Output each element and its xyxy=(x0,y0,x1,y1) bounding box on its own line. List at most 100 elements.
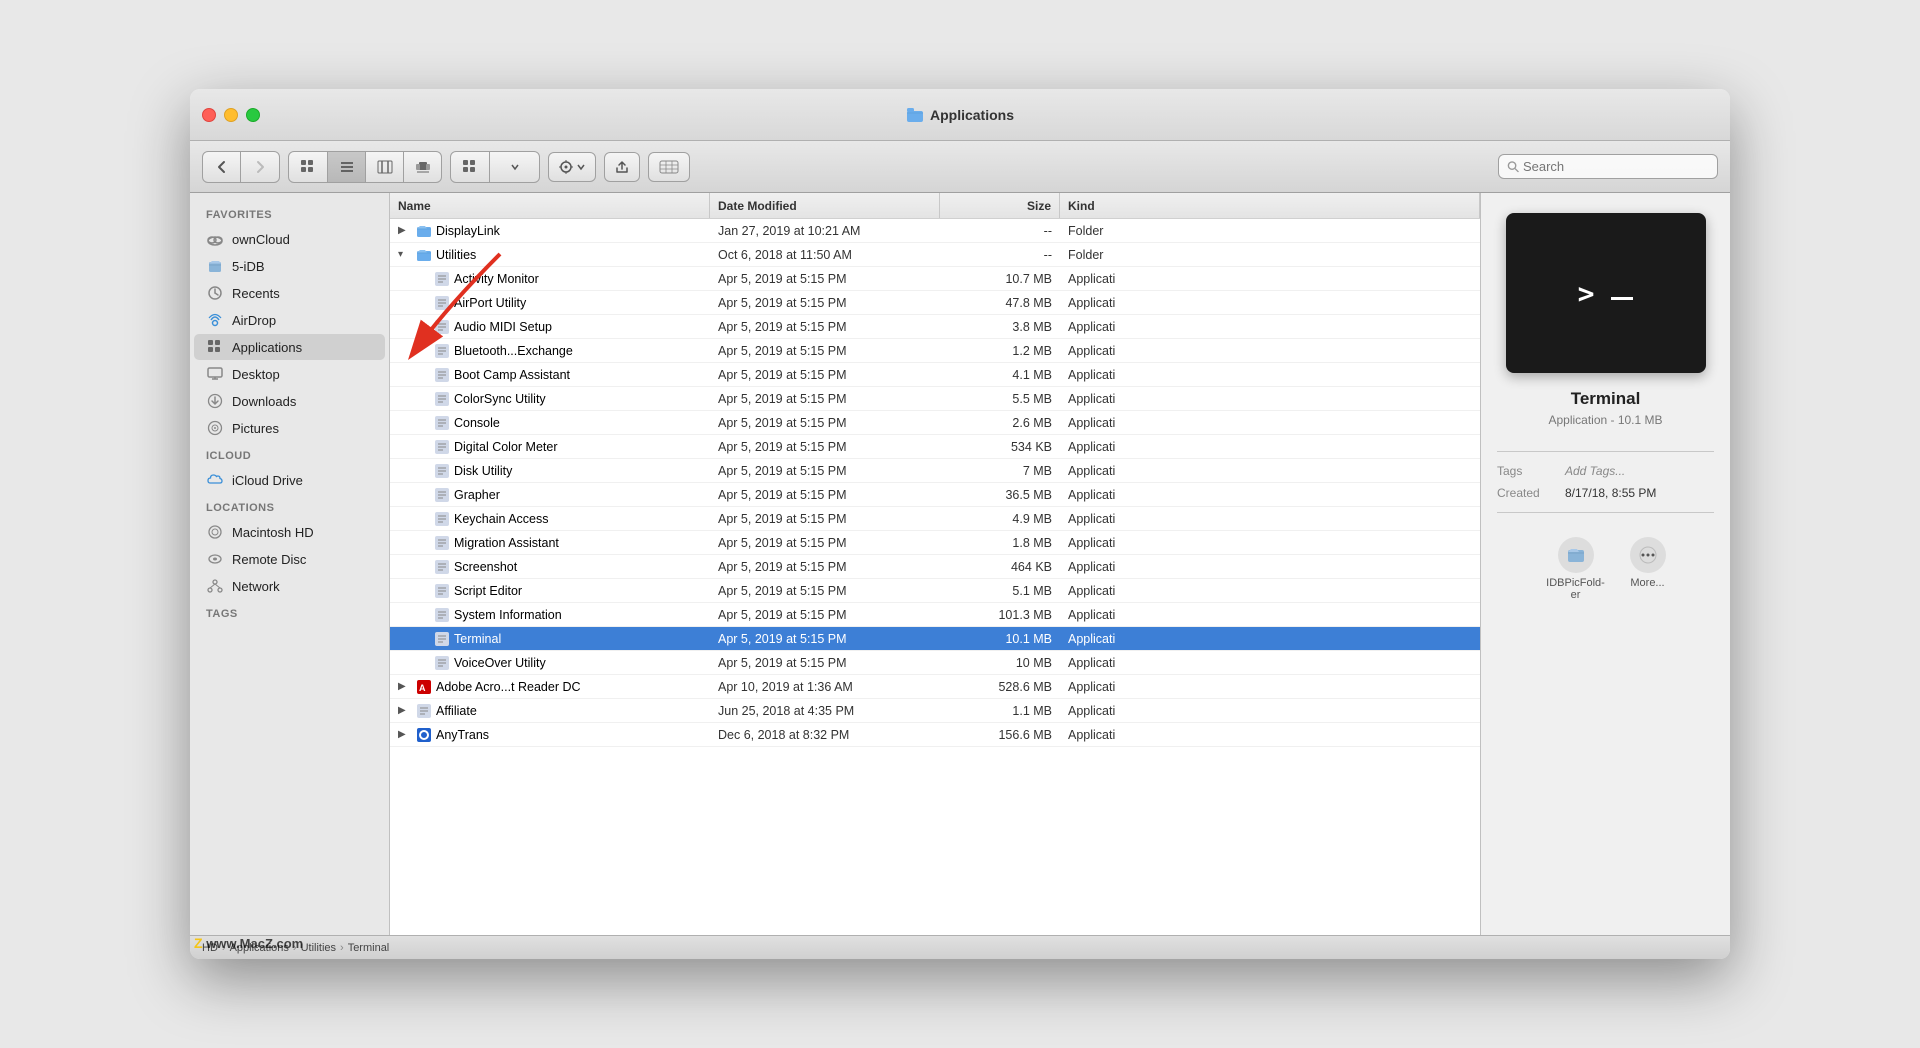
search-input[interactable] xyxy=(1523,159,1709,174)
table-row[interactable]: ▾ Utilities Oct 6, 2018 at 11:50 AM -- F… xyxy=(390,243,1480,267)
table-row[interactable]: System Information Apr 5, 2019 at 5:15 P… xyxy=(390,603,1480,627)
share-button[interactable] xyxy=(604,152,640,182)
column-header-name[interactable]: Name xyxy=(390,193,710,218)
file-type-icon xyxy=(434,319,450,335)
action-button[interactable] xyxy=(548,152,596,182)
preview-action-idbpicfolder[interactable]: IDBPicFold- er xyxy=(1546,537,1606,601)
sidebar-item-airdrop[interactable]: AirDrop xyxy=(194,307,385,333)
table-row[interactable]: ColorSync Utility Apr 5, 2019 at 5:15 PM… xyxy=(390,387,1480,411)
file-type-icon xyxy=(434,655,450,671)
file-date-cell: Apr 10, 2019 at 1:36 AM xyxy=(710,680,940,694)
sidebar-item-applications[interactable]: Applications xyxy=(194,334,385,360)
terminal-cursor xyxy=(1611,297,1633,300)
sidebar-item-5idb[interactable]: 5-iDB xyxy=(194,253,385,279)
sidebar-item-downloads[interactable]: Downloads xyxy=(194,388,385,414)
column-header-date[interactable]: Date Modified xyxy=(710,193,940,218)
file-type-icon xyxy=(434,631,450,647)
table-row[interactable]: Keychain Access Apr 5, 2019 at 5:15 PM 4… xyxy=(390,507,1480,531)
file-kind-cell: Applicati xyxy=(1060,608,1480,622)
table-row[interactable]: ▶ Affiliate Jun 25, 2018 at 4:35 PM 1.1 … xyxy=(390,699,1480,723)
sidebar-item-airdrop-label: AirDrop xyxy=(232,313,276,328)
table-row[interactable]: AirPort Utility Apr 5, 2019 at 5:15 PM 4… xyxy=(390,291,1480,315)
table-row[interactable]: Console Apr 5, 2019 at 5:15 PM 2.6 MB Ap… xyxy=(390,411,1480,435)
file-type-icon xyxy=(434,343,450,359)
file-name-cell: Disk Utility xyxy=(390,463,710,479)
table-row[interactable]: ▶ AnyTrans Dec 6, 2018 at 8:32 PM 156.6 … xyxy=(390,723,1480,747)
table-row[interactable]: VoiceOver Utility Apr 5, 2019 at 5:15 PM… xyxy=(390,651,1480,675)
minimize-button[interactable] xyxy=(224,108,238,122)
file-kind-cell: Applicati xyxy=(1060,416,1480,430)
file-size-cell: 1.2 MB xyxy=(940,344,1060,358)
file-type-icon xyxy=(434,367,450,383)
forward-button[interactable] xyxy=(241,152,279,182)
sidebar-item-macintosh-hd[interactable]: Macintosh HD xyxy=(194,519,385,545)
file-name: Console xyxy=(454,416,500,430)
sidebar-item-pictures[interactable]: Pictures xyxy=(194,415,385,441)
preview-app-name: Terminal xyxy=(1571,389,1641,409)
path-item[interactable]: Terminal xyxy=(348,942,390,954)
preview-app-icon: > xyxy=(1506,213,1706,373)
column-header-kind[interactable]: Kind xyxy=(1060,193,1480,218)
list-view-button[interactable] xyxy=(327,152,365,182)
preview-add-tags-button[interactable]: Add Tags... xyxy=(1565,464,1625,478)
back-button[interactable] xyxy=(203,152,241,182)
icloud-drive-icon xyxy=(206,471,224,489)
path-item[interactable]: Utilities xyxy=(301,942,336,954)
file-size-cell: 5.1 MB xyxy=(940,584,1060,598)
file-name: Screenshot xyxy=(454,560,517,574)
sidebar-item-desktop[interactable]: Desktop xyxy=(194,361,385,387)
file-kind-cell: Applicati xyxy=(1060,536,1480,550)
file-size-cell: 4.1 MB xyxy=(940,368,1060,382)
file-date-cell: Apr 5, 2019 at 5:15 PM xyxy=(710,632,940,646)
table-row[interactable]: Audio MIDI Setup Apr 5, 2019 at 5:15 PM … xyxy=(390,315,1480,339)
search-box[interactable] xyxy=(1498,154,1718,179)
file-size-cell: 10 MB xyxy=(940,656,1060,670)
table-row[interactable]: Digital Color Meter Apr 5, 2019 at 5:15 … xyxy=(390,435,1480,459)
table-row[interactable]: ▶ DisplayLink Jan 27, 2019 at 10:21 AM -… xyxy=(390,219,1480,243)
table-row[interactable]: Grapher Apr 5, 2019 at 5:15 PM 36.5 MB A… xyxy=(390,483,1480,507)
macintosh-hd-icon xyxy=(206,523,224,541)
file-kind-cell: Applicati xyxy=(1060,560,1480,574)
table-row[interactable]: Script Editor Apr 5, 2019 at 5:15 PM 5.1… xyxy=(390,579,1480,603)
table-row[interactable]: Screenshot Apr 5, 2019 at 5:15 PM 464 KB… xyxy=(390,555,1480,579)
file-date-cell: Apr 5, 2019 at 5:15 PM xyxy=(710,536,940,550)
file-type-icon xyxy=(434,271,450,287)
table-row[interactable]: Activity Monitor Apr 5, 2019 at 5:15 PM … xyxy=(390,267,1480,291)
table-row[interactable]: Disk Utility Apr 5, 2019 at 5:15 PM 7 MB… xyxy=(390,459,1480,483)
maximize-button[interactable] xyxy=(246,108,260,122)
column-header-size[interactable]: Size xyxy=(940,193,1060,218)
file-size-cell: 464 KB xyxy=(940,560,1060,574)
file-name: VoiceOver Utility xyxy=(454,656,546,670)
table-row[interactable]: Bluetooth...Exchange Apr 5, 2019 at 5:15… xyxy=(390,339,1480,363)
file-name-cell: Keychain Access xyxy=(390,511,710,527)
table-row[interactable]: ▶ A Adobe Acro...t Reader DC Apr 10, 201… xyxy=(390,675,1480,699)
column-view-button[interactable] xyxy=(365,152,403,182)
icon-view-button[interactable] xyxy=(289,152,327,182)
file-name-cell: Screenshot xyxy=(390,559,710,575)
sidebar-item-network[interactable]: Network xyxy=(194,573,385,599)
table-row[interactable]: Migration Assistant Apr 5, 2019 at 5:15 … xyxy=(390,531,1480,555)
sidebar-item-owncloud[interactable]: ownCloud xyxy=(194,226,385,252)
preview-actions: IDBPicFold- er More... xyxy=(1497,537,1714,601)
file-name-cell: System Information xyxy=(390,607,710,623)
sidebar-item-remote-disc[interactable]: Remote Disc xyxy=(194,546,385,572)
file-name-cell: VoiceOver Utility xyxy=(390,655,710,671)
close-button[interactable] xyxy=(202,108,216,122)
group-dropdown-button[interactable] xyxy=(489,152,539,182)
terminal-prompt-text: > xyxy=(1578,277,1612,310)
sidebar-item-recents[interactable]: Recents xyxy=(194,280,385,306)
sidebar-item-icloud-drive[interactable]: iCloud Drive xyxy=(194,467,385,493)
applications-icon xyxy=(206,338,224,356)
file-date-cell: Apr 5, 2019 at 5:15 PM xyxy=(710,368,940,382)
table-row[interactable]: Terminal Apr 5, 2019 at 5:15 PM 10.1 MB … xyxy=(390,627,1480,651)
group-view-button[interactable] xyxy=(450,151,540,183)
coverflow-view-button[interactable] xyxy=(403,152,441,182)
tag-button[interactable] xyxy=(648,152,690,182)
sidebar-item-desktop-label: Desktop xyxy=(232,367,280,382)
owncloud-icon xyxy=(206,230,224,248)
preview-tags-row: Tags Add Tags... xyxy=(1497,464,1714,478)
table-row[interactable]: Boot Camp Assistant Apr 5, 2019 at 5:15 … xyxy=(390,363,1480,387)
file-type-icon xyxy=(434,463,450,479)
preview-action-more[interactable]: More... xyxy=(1630,537,1666,601)
file-name-cell: ▶ DisplayLink xyxy=(390,223,710,239)
